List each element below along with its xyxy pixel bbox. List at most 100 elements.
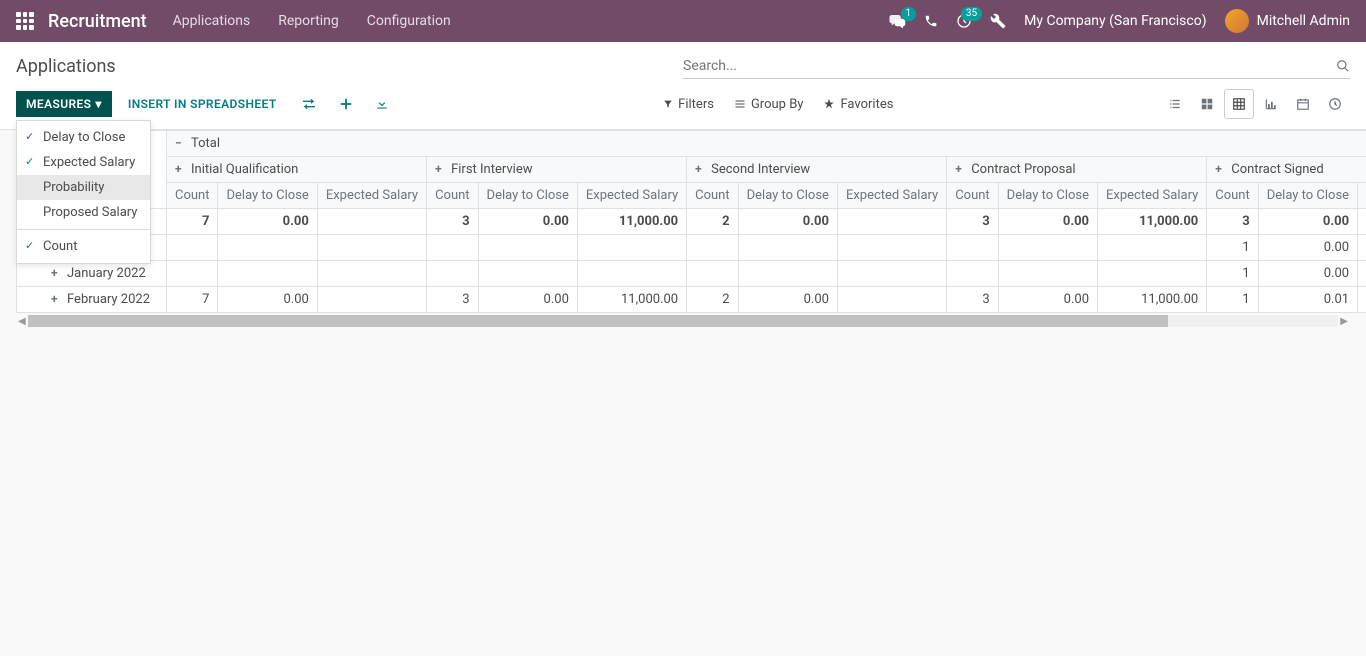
pivot-cell: 0.00 <box>218 209 317 235</box>
view-pivot-button[interactable] <box>1224 89 1254 119</box>
measures-button[interactable]: MEASURES ▾ <box>16 91 112 117</box>
expand-all-icon[interactable] <box>331 91 361 117</box>
scroll-right-arrow[interactable]: ▶ <box>1338 316 1350 327</box>
caret-down-icon: ▾ <box>95 97 101 111</box>
expand-icon[interactable]: + <box>1215 162 1225 176</box>
search-input[interactable] <box>683 58 1336 74</box>
pivot-total-header[interactable]: −Total <box>167 131 1366 157</box>
control-panel: Applications MEASURES ▾ INSERT IN SPREAD… <box>0 42 1366 130</box>
pivot-cell <box>478 261 577 287</box>
pivot-cell <box>837 287 946 313</box>
apps-icon[interactable] <box>16 12 34 30</box>
pivot-subcol[interactable]: Expected Salary <box>837 183 946 209</box>
view-graph-button[interactable] <box>1256 89 1286 119</box>
nav-menu: Applications Reporting Configuration <box>173 13 451 29</box>
pivot-subcol[interactable]: Count <box>427 183 478 209</box>
filters-button[interactable]: Filters <box>663 97 714 112</box>
pivot-cell <box>1098 235 1207 261</box>
pivot-subcol[interactable]: Delay to Close <box>478 183 577 209</box>
scroll-thumb[interactable] <box>28 315 1168 327</box>
measure-option[interactable]: Probability <box>17 175 150 200</box>
brand-title[interactable]: Recruitment <box>48 11 147 32</box>
measure-option[interactable]: Delay to Close <box>17 125 150 150</box>
expand-icon[interactable]: + <box>175 162 185 176</box>
expand-icon[interactable]: + <box>51 292 61 306</box>
pivot-cell <box>738 261 837 287</box>
pivot-col-header[interactable]: +First Interview <box>427 157 687 183</box>
groupby-icon <box>734 99 746 109</box>
activities-icon[interactable]: 35 <box>956 13 972 29</box>
pivot-row-header[interactable]: +January 2022 <box>17 261 167 287</box>
view-list-button[interactable] <box>1160 89 1190 119</box>
pivot-subcol[interactable]: Delay to Close <box>738 183 837 209</box>
pivot-cell: 0.01 <box>1258 287 1357 313</box>
pivot-subcol[interactable]: Count <box>687 183 738 209</box>
pivot-col-header[interactable]: +Initial Qualification <box>167 157 427 183</box>
flip-axis-icon[interactable] <box>293 91 325 117</box>
pivot-cell <box>1098 261 1207 287</box>
pivot-row: 10.001 <box>17 235 1366 261</box>
pivot-subcol[interactable]: Expected Salary <box>577 183 686 209</box>
debug-icon[interactable] <box>990 13 1006 29</box>
pivot-subcol[interactable]: Count <box>947 183 998 209</box>
pivot-subcol[interactable]: Expected Salary <box>317 183 426 209</box>
view-activity-button[interactable] <box>1320 89 1350 119</box>
download-icon[interactable] <box>367 91 397 117</box>
measure-option[interactable]: Proposed Salary <box>17 200 150 225</box>
measure-option[interactable]: Expected Salary <box>17 150 150 175</box>
pivot-cell <box>837 209 946 235</box>
pivot-subcol[interactable]: Count <box>1207 183 1258 209</box>
measure-option-count[interactable]: Count <box>17 234 150 259</box>
pivot-cell <box>218 235 317 261</box>
expand-icon[interactable]: + <box>695 162 705 176</box>
pivot-subcol[interactable]: Delay to Close <box>1258 183 1357 209</box>
expand-icon[interactable]: + <box>955 162 965 176</box>
pivot-cell <box>947 235 998 261</box>
search-icon[interactable] <box>1336 59 1350 73</box>
pivot-cell <box>837 235 946 261</box>
phone-icon[interactable] <box>924 14 938 28</box>
pivot-cell: 2 <box>687 209 738 235</box>
pivot-cell <box>577 261 686 287</box>
view-calendar-button[interactable] <box>1288 89 1318 119</box>
pivot-row-header[interactable]: +February 2022 <box>17 287 167 313</box>
pivot-cell <box>837 261 946 287</box>
company-switcher[interactable]: My Company (San Francisco) <box>1024 13 1206 29</box>
pivot-cell: 3 <box>427 287 478 313</box>
favorites-button[interactable]: Favorites <box>823 97 893 112</box>
filter-icon <box>663 99 673 109</box>
pivot-cell <box>998 235 1097 261</box>
scroll-left-arrow[interactable]: ◀ <box>16 316 28 327</box>
expand-icon[interactable]: + <box>435 162 445 176</box>
pivot-col-header[interactable]: +Second Interview <box>687 157 947 183</box>
view-kanban-button[interactable] <box>1192 89 1222 119</box>
scroll-track[interactable] <box>28 315 1339 327</box>
pivot-subcol[interactable]: Expected Salary <box>1358 183 1366 209</box>
pivot-subcol[interactable]: Expected Salary <box>1098 183 1207 209</box>
pivot-cell: 0.00 <box>738 209 837 235</box>
horizontal-scrollbar[interactable]: ◀ ▶ <box>16 313 1350 329</box>
pivot-col-header[interactable]: +Contract Signed <box>1207 157 1366 183</box>
groupby-button[interactable]: Group By <box>734 97 804 112</box>
messages-icon[interactable]: 1 <box>888 13 906 29</box>
expand-icon[interactable]: + <box>51 266 61 280</box>
nav-applications[interactable]: Applications <box>173 13 251 29</box>
pivot-cell <box>1358 261 1366 287</box>
pivot-cell: 0.00 <box>998 287 1097 313</box>
pivot-col-header[interactable]: +Contract Proposal <box>947 157 1207 183</box>
nav-configuration[interactable]: Configuration <box>367 13 451 29</box>
pivot-cell: 0.00 <box>1258 235 1357 261</box>
pivot-subcol[interactable]: Count <box>167 183 218 209</box>
pivot-cell: 0.00 <box>478 287 577 313</box>
insert-spreadsheet-button[interactable]: INSERT IN SPREADSHEET <box>118 91 287 117</box>
favorites-label: Favorites <box>840 97 893 112</box>
search-input-wrapper[interactable] <box>683 54 1350 79</box>
pivot-subcol[interactable]: Delay to Close <box>218 183 317 209</box>
pivot-cell <box>218 261 317 287</box>
user-menu[interactable]: Mitchell Admin <box>1225 9 1350 33</box>
nav-reporting[interactable]: Reporting <box>278 13 339 29</box>
pivot-cell <box>738 235 837 261</box>
pivot-subcol[interactable]: Delay to Close <box>998 183 1097 209</box>
pivot-cell <box>167 235 218 261</box>
collapse-icon[interactable]: − <box>175 136 185 150</box>
